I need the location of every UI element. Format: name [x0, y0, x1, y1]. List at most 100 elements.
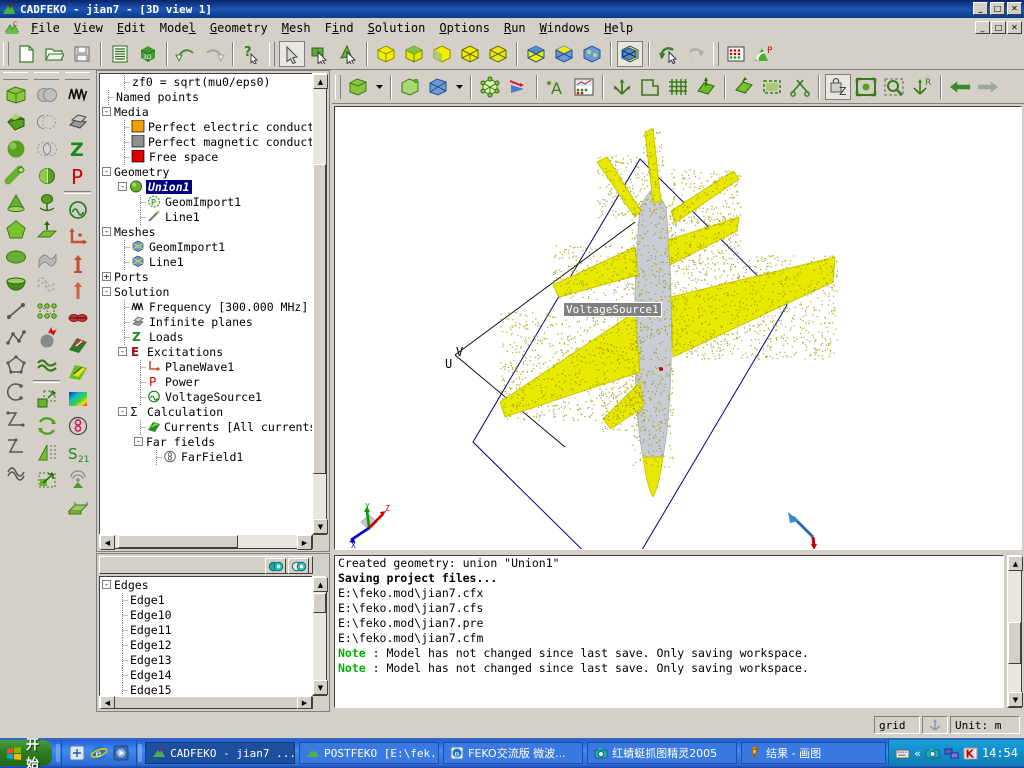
console-vscrollbar[interactable]: ▲ ▼ — [1007, 555, 1023, 708]
receiving-antenna-icon[interactable] — [64, 466, 91, 493]
power-P-icon[interactable]: P — [64, 162, 91, 189]
mesh-vertices-icon[interactable] — [477, 74, 503, 100]
scroll-down-arrow-icon-2[interactable]: ▼ — [313, 680, 328, 695]
axes-tripod-icon[interactable] — [609, 74, 635, 100]
arc-icon[interactable] — [2, 378, 29, 405]
polygon-icon[interactable] — [2, 216, 29, 243]
toolbar-grip-col3[interactable] — [65, 72, 90, 80]
scroll-left-arrow-icon[interactable]: ◀ — [100, 535, 115, 550]
tree-item-edge13[interactable]: Edge13 — [100, 652, 312, 668]
menu-geometry[interactable]: Geometry — [203, 20, 275, 36]
rotate-select-icon[interactable] — [655, 41, 681, 67]
show-hide-2-icon[interactable] — [288, 558, 309, 574]
scroll-down-arrow-icon[interactable]: ▼ — [313, 519, 328, 534]
rotate-select-gray-icon[interactable] — [683, 41, 709, 67]
tree-item-edges[interactable]: - Edges — [100, 577, 312, 592]
tree-item-solution[interactable]: - Solution — [100, 284, 312, 299]
collapse-toggle-icon[interactable]: - — [102, 287, 111, 296]
scroll-right-arrow-icon-2[interactable]: ▶ — [297, 696, 312, 709]
console-scroll-down-icon[interactable]: ▼ — [1008, 692, 1023, 707]
media-player-icon[interactable] — [112, 744, 130, 762]
voltage-source-icon[interactable] — [64, 196, 91, 223]
tree-item-geometry[interactable]: - Geometry — [100, 164, 312, 179]
cube-solid-yellow-icon[interactable] — [401, 41, 427, 67]
tree-item-edge1[interactable]: Edge1 — [100, 592, 312, 608]
tree-item-loads[interactable]: Z Loads — [100, 329, 312, 345]
far-field-icon[interactable] — [64, 385, 91, 412]
tree-item-voltagesource1[interactable]: VoltageSource1 — [100, 389, 312, 405]
tree-item-line1[interactable]: Line1 — [100, 209, 312, 225]
loads-Z-icon[interactable]: Z — [64, 135, 91, 162]
tree-item-edge12[interactable]: Edge12 — [100, 637, 312, 653]
menu-windows[interactable]: Windows — [533, 20, 598, 36]
cube-half-yellow-icon[interactable] — [429, 41, 455, 67]
details-tree-vscrollbar[interactable]: ▲ ▼ — [312, 576, 328, 696]
menu-options[interactable]: Options — [432, 20, 497, 36]
internet-explorer-icon[interactable]: e — [90, 744, 108, 762]
sweep-icon[interactable] — [33, 270, 60, 297]
menu-edit[interactable]: Edit — [110, 20, 153, 36]
collapse-toggle-icon[interactable]: - — [102, 227, 111, 236]
back-arrow-icon[interactable] — [947, 74, 973, 100]
cuboid-icon[interactable] — [2, 81, 29, 108]
tree-item-planewave1[interactable]: PlaneWave1 — [100, 359, 312, 375]
frequency-icon[interactable] — [64, 81, 91, 108]
console-scroll-thumb[interactable] — [1008, 622, 1021, 664]
scroll-up-arrow-icon[interactable]: ▲ — [313, 74, 328, 89]
cut-plane-icon[interactable] — [731, 74, 757, 100]
render-dropdown2-icon[interactable] — [453, 74, 465, 100]
tree-item-named-points[interactable]: Named points — [100, 89, 312, 105]
currents-icon[interactable] — [64, 331, 91, 358]
lock-z-icon[interactable]: Z — [825, 73, 851, 100]
collapse-toggle-icon[interactable]: - — [134, 437, 143, 446]
zigzag-icon[interactable] — [2, 405, 29, 432]
menu-model[interactable]: Model — [153, 20, 203, 36]
rotate-R-icon[interactable]: R — [909, 74, 935, 100]
model-tree-hscrollbar[interactable]: ◀ ▶ — [99, 534, 313, 550]
menu-mesh[interactable]: Mesh — [275, 20, 318, 36]
label-A-icon[interactable]: A — [543, 74, 569, 100]
subtract-icon[interactable] — [33, 108, 60, 135]
render-dropdown-icon[interactable] — [373, 74, 385, 100]
tree-item-line1[interactable]: Line1 — [100, 254, 312, 270]
tree-item-ports[interactable]: + Ports — [100, 269, 312, 284]
polyline-icon[interactable] — [2, 324, 29, 351]
cone-icon[interactable] — [2, 189, 29, 216]
help-pointer-icon[interactable]: ? — [239, 41, 265, 67]
collapse-toggle-icon[interactable]: - — [118, 182, 127, 191]
intersect-icon[interactable] — [33, 135, 60, 162]
zoom-window-icon[interactable] — [881, 74, 907, 100]
taskbar-item-cadfeko[interactable]: C CADFEKO - jian7 ... — [145, 742, 296, 764]
status-grid[interactable]: grid — [874, 716, 920, 734]
cylinder-icon[interactable] — [2, 162, 29, 189]
taskbar-item-paint[interactable]: 结果 - 画图 — [741, 742, 887, 764]
tree-item-meshes[interactable]: - Meshes — [100, 224, 312, 239]
sphere-icon[interactable] — [2, 135, 29, 162]
scroll-thumb[interactable] — [313, 164, 326, 474]
normals-icon[interactable] — [693, 74, 719, 100]
view-3d-canvas[interactable]: V U VoltageSource1 Y Z X — [334, 106, 1022, 550]
notes-icon[interactable] — [107, 41, 133, 67]
tree-item-edge15[interactable]: Edge15 — [100, 682, 312, 695]
model-tree-vscrollbar[interactable]: ▲ ▼ — [312, 73, 328, 535]
plane-icon[interactable] — [637, 74, 663, 100]
tree-item-edge10[interactable]: Edge10 — [100, 607, 312, 623]
render-shaded-icon[interactable] — [397, 74, 423, 100]
revolve-icon[interactable] — [33, 189, 60, 216]
tree-item-excitations[interactable]: - E Excitations — [100, 344, 312, 359]
expand-toggle-icon[interactable]: + — [102, 272, 111, 281]
select-face-icon[interactable] — [307, 41, 333, 67]
cube-wire-yellow-icon[interactable] — [373, 41, 399, 67]
menu-view[interactable]: View — [67, 20, 110, 36]
scroll-left-arrow-icon-2[interactable]: ◀ — [100, 696, 115, 709]
tree-item-power[interactable]: P Power — [100, 374, 312, 390]
radiation-power-icon[interactable]: P — [751, 41, 777, 67]
select-edge-icon[interactable] — [335, 41, 361, 67]
menu-run[interactable]: Run — [497, 20, 533, 36]
start-button[interactable]: 开始 — [0, 738, 53, 768]
tree-item-edge11[interactable]: Edge11 — [100, 622, 312, 638]
select-pointer-icon[interactable] — [279, 40, 305, 67]
network-icon[interactable] — [944, 747, 959, 760]
collapse-toggle-icon[interactable]: - — [102, 167, 111, 176]
collapse-toggle-icon[interactable]: - — [102, 107, 111, 116]
